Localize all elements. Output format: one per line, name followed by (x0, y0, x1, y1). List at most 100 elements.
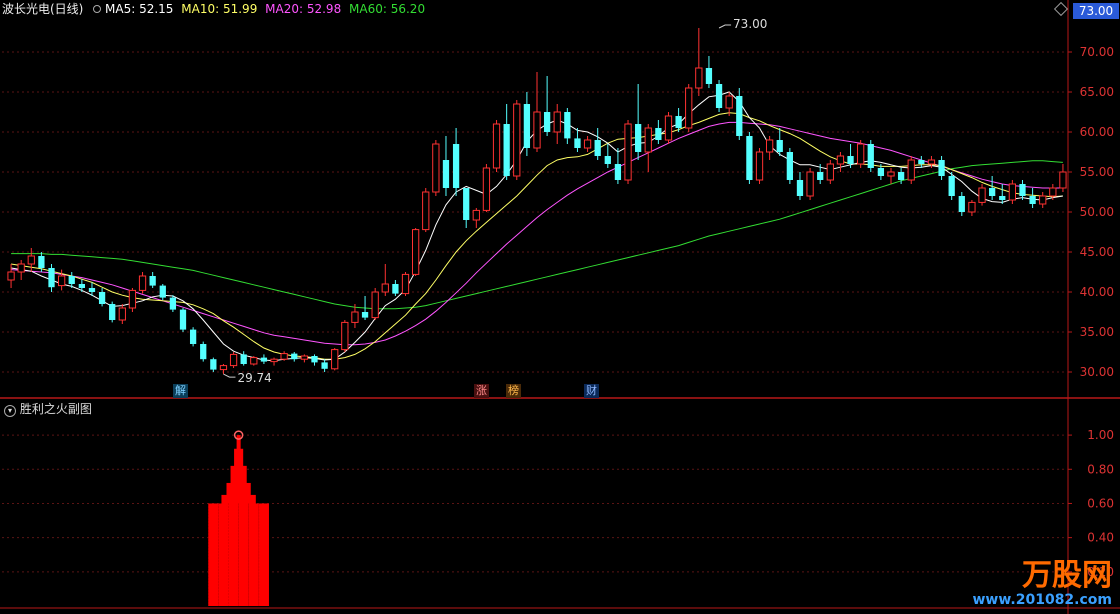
candle-body-down (149, 276, 156, 286)
candle-body-down (938, 160, 945, 176)
candle-body-down (776, 140, 783, 152)
candle-body-down (452, 144, 460, 188)
candle-body-up (907, 159, 915, 181)
ma60-line (11, 160, 1063, 310)
y-tick-label: 30.00 (1080, 365, 1114, 379)
candle-body-up (583, 139, 592, 149)
candle-body-down (38, 256, 45, 268)
ma10-value: MA10: 51.99 (181, 2, 258, 16)
indicator-spike-step (236, 435, 241, 505)
annotation-high-label: 73.00 (733, 17, 767, 31)
candle-body-down (897, 172, 905, 180)
candle-body-down (715, 84, 723, 108)
candle-body-up (533, 111, 541, 149)
sub-y-tick-label: 1.00 (1087, 428, 1114, 442)
candle-body-down (169, 297, 177, 310)
candle-body-down (392, 284, 399, 294)
sub-y-tick-label: 0.40 (1087, 531, 1114, 545)
y-tick-label: 50.00 (1080, 205, 1114, 219)
candle-body-down (847, 156, 854, 164)
indicator-bar (208, 503, 219, 606)
candle-body-down (736, 96, 743, 136)
candle-body-down (189, 329, 197, 344)
candle-body-down (817, 172, 824, 180)
y-tick-label: 55.00 (1080, 165, 1114, 179)
candle-body-down (361, 312, 369, 318)
candle-body-down (311, 356, 318, 363)
candle-body-up (341, 321, 349, 351)
stock-title-bar: 波长光电(日线) MA5: 52.15 MA10: 51.99 MA20: 52… (2, 0, 425, 18)
candle-body-down (604, 156, 611, 164)
candle-body-down (746, 136, 753, 180)
annotation-low-label: 29.74 (237, 371, 271, 385)
y-tick-label: 40.00 (1080, 285, 1114, 299)
candle-body-up (411, 229, 420, 275)
candle-body-up (968, 201, 976, 213)
candle-body-down (321, 362, 328, 369)
candle-body-down (1019, 184, 1026, 196)
candle-body-up (17, 263, 25, 273)
candle-body-up (381, 283, 389, 293)
candle-body-down (918, 160, 925, 164)
candle-body-down (109, 304, 116, 320)
candle-body-up (280, 353, 288, 360)
candle-body-up (927, 159, 936, 165)
candle-body-up (765, 139, 774, 153)
candle-body-down (291, 353, 298, 360)
candle-body-up (755, 151, 764, 181)
candle-body-down (503, 124, 510, 176)
candle-body-up (685, 87, 693, 129)
ma20-value: MA20: 52.98 (265, 2, 342, 16)
stock-name: 波长光电(日线) (2, 2, 84, 16)
candle-body-down (564, 112, 571, 139)
marker-zhang: 涨 (474, 384, 489, 398)
candle-body-down (210, 359, 217, 370)
candle-body-down (796, 180, 804, 196)
candle-body-up (27, 255, 35, 265)
marker-cai: 财 (584, 384, 599, 398)
chart-canvas[interactable]: 30.00 35.00 40.00 45.00 50.00 55.00 60.00 65.00… (0, 0, 1120, 614)
candle-body-down (78, 284, 85, 288)
watermark-title: 万股网 (1022, 558, 1112, 593)
candle-body-down (463, 188, 470, 220)
candle-body-up (138, 275, 147, 291)
marker-jie: 解 (173, 384, 188, 398)
candle-body-down (999, 196, 1006, 200)
candle-body-up (644, 127, 652, 153)
candle-body-up (553, 111, 561, 133)
candle-body-down (786, 152, 793, 180)
indicator-bar (218, 503, 229, 606)
candle-body-down (594, 140, 601, 156)
candle-body-down (675, 116, 682, 128)
candle-body-down (240, 354, 247, 364)
candle-body-down (1029, 196, 1036, 204)
candle-body-down (655, 128, 662, 140)
current-price-tag: 73.00 (1073, 3, 1119, 19)
y-tick-label: 45.00 (1080, 245, 1114, 259)
indicator-bar (248, 503, 259, 606)
candle-body-down (98, 292, 106, 304)
candle-body-up (229, 353, 238, 367)
collapse-chevron-icon[interactable]: ▾ (4, 405, 16, 417)
indicator-bar (228, 503, 239, 606)
sub-y-tick-label: 0.60 (1087, 496, 1114, 510)
candle-body-up (624, 123, 632, 181)
candle-body-down (442, 160, 450, 188)
watermark-logo: 万股网 www.201082.com (973, 558, 1113, 609)
ma5-indicator: MA5: 52.15 (93, 2, 177, 16)
candle-body-up (1008, 183, 1017, 201)
candle-body-up (219, 365, 228, 371)
candle-body-up (664, 115, 673, 141)
candle-body-down (523, 104, 531, 148)
candle-body-down (88, 288, 96, 292)
candle-body-up (492, 123, 501, 169)
candle-body-up (300, 355, 309, 360)
annotation-pointer (223, 373, 236, 378)
candle-body-down (948, 176, 955, 196)
candle-body-up (836, 155, 845, 165)
candle-body-down (867, 144, 874, 168)
candle-body-up (371, 291, 379, 319)
sub-y-tick-label: 0.80 (1087, 462, 1114, 476)
candle-body-down (958, 196, 965, 212)
candle-body-down (260, 357, 268, 362)
